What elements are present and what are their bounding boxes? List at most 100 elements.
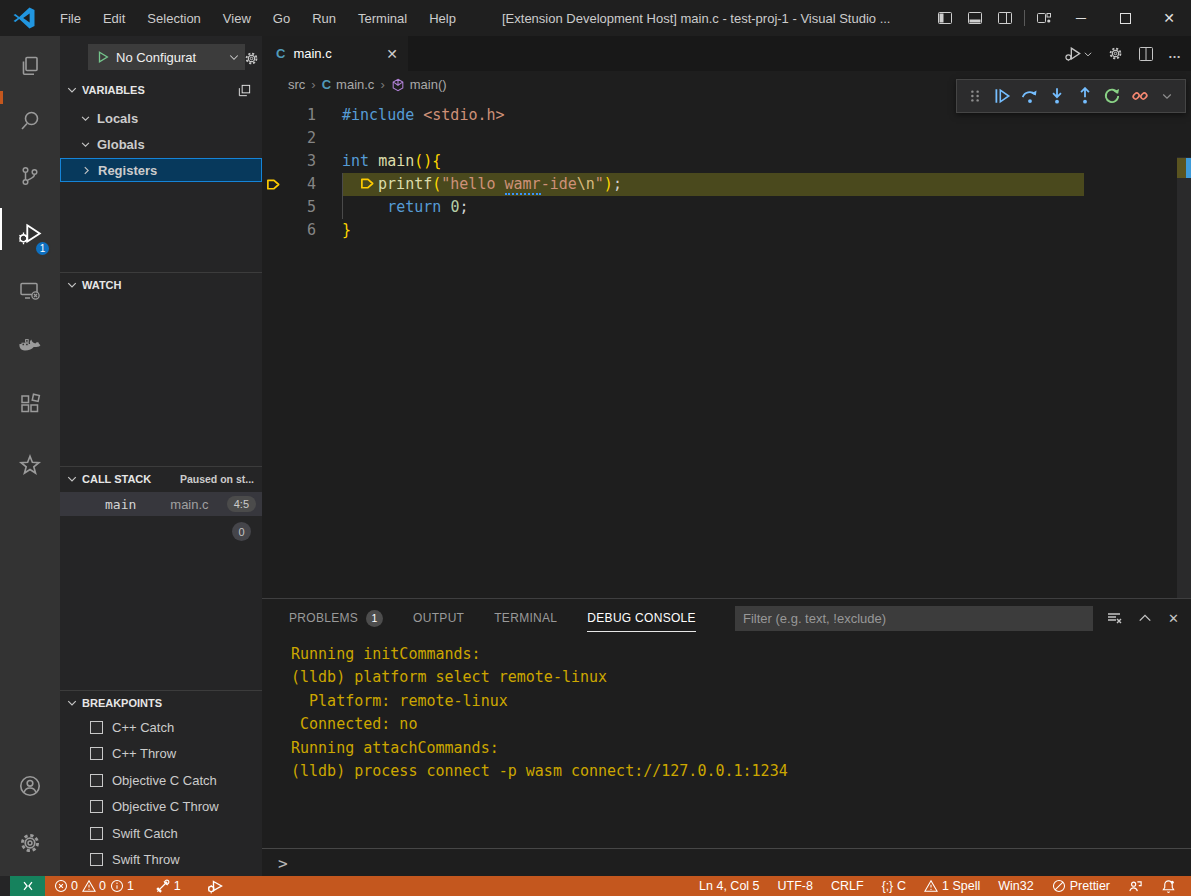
search-icon[interactable]: [0, 96, 60, 146]
code-line-2[interactable]: 2: [262, 127, 1191, 150]
breakpoint-row[interactable]: C++ Catch: [60, 714, 262, 741]
menu-file[interactable]: File: [50, 6, 91, 31]
editor-settings-gear-icon[interactable]: [1107, 45, 1124, 62]
step-into-icon[interactable]: [1048, 86, 1068, 106]
breakpoint-checkbox[interactable]: [90, 774, 103, 787]
split-editor-icon[interactable]: [1138, 46, 1154, 62]
start-debug-icon[interactable]: [96, 50, 110, 64]
code-line-4[interactable]: 4 printf("hello wamr-ide\n");: [262, 173, 1191, 196]
debug-config-dropdown[interactable]: No Configurat: [88, 44, 245, 70]
customize-layout-icon[interactable]: [1029, 0, 1059, 36]
eol-sequence[interactable]: CRLF: [822, 876, 873, 896]
breakpoint-row[interactable]: Swift Throw: [60, 847, 262, 874]
continue-icon[interactable]: [993, 86, 1013, 106]
breakpoint-row[interactable]: Objective C Throw: [60, 794, 262, 821]
menu-view[interactable]: View: [213, 6, 261, 31]
formatter-status[interactable]: Prettier: [1043, 876, 1119, 896]
disconnect-icon[interactable]: [1130, 86, 1150, 106]
source-control-icon[interactable]: [0, 151, 60, 201]
extensions-icon[interactable]: [0, 379, 60, 429]
code-line-6[interactable]: 6}: [262, 219, 1191, 242]
toggle-sidebar-icon[interactable]: [930, 0, 960, 36]
line-number[interactable]: 1: [262, 104, 316, 127]
close-button[interactable]: ✕: [1147, 0, 1191, 36]
more-actions-icon[interactable]: …: [1168, 46, 1183, 61]
test-explorer-icon[interactable]: [0, 441, 60, 491]
menu-go[interactable]: Go: [263, 6, 300, 31]
breakpoint-checkbox[interactable]: [90, 800, 103, 813]
clear-console-icon[interactable]: [1106, 610, 1122, 626]
restart-icon[interactable]: [1103, 86, 1123, 106]
overview-ruler[interactable]: [1177, 157, 1191, 598]
line-number[interactable]: 6: [262, 219, 316, 242]
toggle-panel-icon[interactable]: [960, 0, 990, 36]
call-stack-section-header[interactable]: CALL STACK Paused on st...: [60, 467, 262, 491]
problems-status[interactable]: 0 0 1: [50, 876, 138, 896]
maximize-panel-icon[interactable]: [1138, 611, 1152, 625]
close-tab-icon[interactable]: ✕: [386, 46, 398, 62]
stack-frame-row[interactable]: main main.c 4:5: [60, 492, 262, 516]
variables-locals-row[interactable]: Locals: [60, 106, 262, 130]
variables-globals-row[interactable]: Globals: [60, 132, 262, 156]
collapse-all-icon[interactable]: [237, 83, 252, 98]
remote-indicator[interactable]: [10, 876, 45, 896]
tab-terminal[interactable]: TERMINAL: [494, 611, 557, 625]
chevron-down-icon[interactable]: [1158, 86, 1178, 106]
breakpoint-checkbox[interactable]: [90, 827, 103, 840]
tab-debug-console[interactable]: DEBUG CONSOLE: [587, 611, 696, 625]
breakpoint-checkbox[interactable]: [90, 747, 103, 760]
toggle-secondary-sidebar-icon[interactable]: [990, 0, 1020, 36]
close-panel-icon[interactable]: ✕: [1168, 611, 1179, 626]
run-debug-icon[interactable]: 1: [0, 209, 60, 259]
breakpoint-row[interactable]: C++ Throw: [60, 741, 262, 768]
code-line-5[interactable]: 5 return 0;: [262, 196, 1191, 219]
platform-status[interactable]: Win32: [989, 876, 1042, 896]
docker-icon[interactable]: [0, 322, 60, 372]
code-line-3[interactable]: 3int main(){: [262, 150, 1191, 173]
watch-section-header[interactable]: WATCH: [60, 273, 262, 297]
menu-selection[interactable]: Selection: [137, 6, 210, 31]
drag-handle-icon[interactable]: [965, 86, 985, 106]
line-number[interactable]: 2: [262, 127, 316, 150]
console-filter-input[interactable]: Filter (e.g. text, !exclude): [735, 606, 1093, 631]
breadcrumb-symbol[interactable]: main(): [410, 77, 447, 92]
tab-main-c[interactable]: C main.c ✕: [262, 36, 408, 71]
code-editor[interactable]: 1#include <stdio.h>23int main(){4 printf…: [262, 98, 1191, 598]
language-mode[interactable]: {;}C: [873, 876, 915, 896]
debug-settings-gear-icon[interactable]: [243, 50, 260, 67]
variables-registers-row[interactable]: Registers: [60, 158, 262, 182]
breakpoint-row[interactable]: Swift Catch: [60, 820, 262, 847]
account-icon[interactable]: [0, 761, 60, 811]
maximize-button[interactable]: [1103, 0, 1147, 36]
menu-run[interactable]: Run: [302, 6, 346, 31]
cursor-position[interactable]: Ln 4, Col 5: [690, 876, 768, 896]
tools-status[interactable]: 1: [146, 876, 190, 896]
breakpoint-row[interactable]: Objective C Catch: [60, 767, 262, 794]
menu-edit[interactable]: Edit: [93, 6, 135, 31]
feedback-icon[interactable]: [1119, 876, 1152, 896]
settings-gear-icon[interactable]: [0, 818, 60, 868]
line-number[interactable]: 5: [262, 196, 316, 219]
breadcrumb-folder[interactable]: src: [288, 77, 305, 92]
debug-console-output[interactable]: Running initCommands:(lldb) platform sel…: [291, 643, 788, 783]
line-number[interactable]: 3: [262, 150, 316, 173]
explorer-icon[interactable]: [0, 41, 60, 91]
remote-explorer-icon[interactable]: [0, 266, 60, 316]
menu-terminal[interactable]: Terminal: [348, 6, 417, 31]
step-over-icon[interactable]: [1020, 86, 1040, 106]
notifications-bell-icon[interactable]: [1152, 876, 1185, 896]
menu-help[interactable]: Help: [419, 6, 466, 31]
breadcrumb-file[interactable]: main.c: [336, 77, 374, 92]
encoding[interactable]: UTF-8: [769, 876, 822, 896]
tab-output[interactable]: OUTPUT: [413, 611, 464, 625]
current-frame-arrow-icon[interactable]: [266, 173, 284, 196]
breakpoint-checkbox[interactable]: [90, 853, 103, 866]
minimize-button[interactable]: ─: [1059, 0, 1103, 36]
variables-section-header[interactable]: VARIABLES: [60, 78, 262, 102]
breakpoints-section-header[interactable]: BREAKPOINTS: [60, 691, 262, 715]
tab-problems[interactable]: PROBLEMS1: [289, 610, 383, 627]
console-input-row[interactable]: >: [262, 848, 1191, 877]
spell-checker-status[interactable]: 1 Spell: [915, 876, 989, 896]
breakpoint-checkbox[interactable]: [90, 721, 103, 734]
debug-status-icon[interactable]: [198, 876, 232, 896]
